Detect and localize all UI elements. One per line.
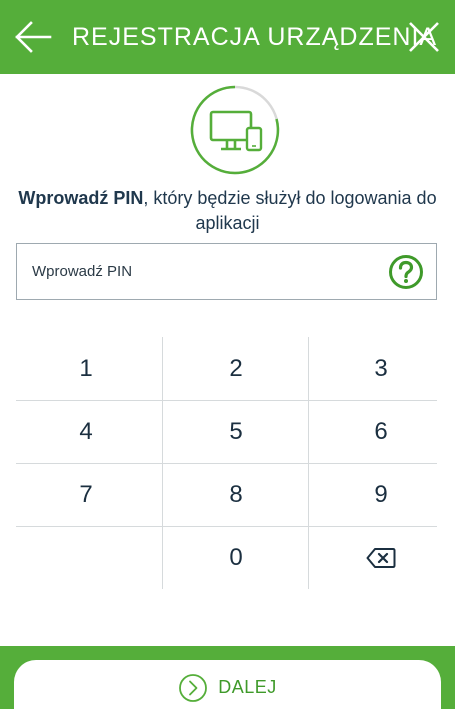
backspace-key[interactable] bbox=[311, 526, 451, 589]
key-9[interactable]: 9 bbox=[311, 463, 451, 526]
key-1[interactable]: 1 bbox=[16, 337, 156, 400]
key-6[interactable]: 6 bbox=[311, 400, 451, 463]
close-icon[interactable] bbox=[407, 20, 441, 54]
question-mark-icon[interactable] bbox=[388, 254, 424, 290]
instruction-text: Wprowadź PIN, który będzie służył do log… bbox=[10, 186, 445, 236]
device-registration-icon bbox=[190, 85, 280, 175]
page-title: REJESTRACJA URZĄDZENIA bbox=[72, 23, 438, 51]
pin-field bbox=[16, 243, 437, 300]
chevron-right-circle-icon bbox=[179, 673, 208, 702]
key-0[interactable]: 0 bbox=[166, 526, 306, 589]
pin-keypad: 1 2 3 4 5 6 7 8 9 0 bbox=[16, 337, 437, 589]
next-button-label: DALEJ bbox=[218, 677, 277, 697]
app-header: REJESTRACJA URZĄDZENIA bbox=[0, 0, 455, 74]
key-4[interactable]: 4 bbox=[16, 400, 156, 463]
footer-bar: DALEJ bbox=[0, 646, 455, 715]
instruction-bold: Wprowadź PIN bbox=[18, 188, 144, 208]
key-2[interactable]: 2 bbox=[166, 337, 306, 400]
key-3[interactable]: 3 bbox=[311, 337, 451, 400]
next-button[interactable]: DALEJ bbox=[14, 660, 441, 715]
arrow-left-icon[interactable] bbox=[14, 21, 52, 53]
key-8[interactable]: 8 bbox=[166, 463, 306, 526]
backspace-icon bbox=[366, 547, 396, 568]
pin-input[interactable] bbox=[17, 244, 387, 299]
instruction-rest: , który będzie służył do logowania do ap… bbox=[143, 188, 437, 233]
key-5[interactable]: 5 bbox=[166, 400, 306, 463]
key-7[interactable]: 7 bbox=[16, 463, 156, 526]
